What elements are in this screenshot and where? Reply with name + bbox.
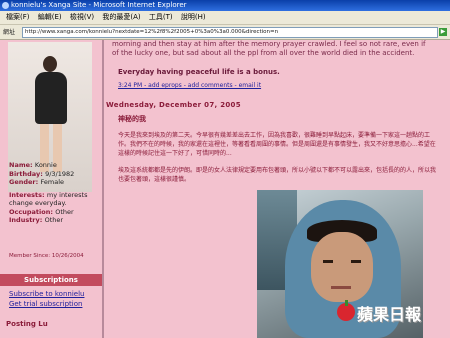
previous-post-closing: Everyday having peaceful life is a bonus… xyxy=(118,68,280,76)
subscriptions-heading: Subscriptions xyxy=(0,274,102,286)
internet-explorer-icon xyxy=(2,2,9,9)
blog-main: morning and then stay at him after the m… xyxy=(104,40,450,338)
profile-industry-label: Industry: xyxy=(9,216,43,224)
photo-right-eye xyxy=(351,260,361,263)
menu-help[interactable]: 說明(H) xyxy=(181,13,206,21)
sidebar: Name: Konnie Birthday: 9/3/1982 Gender: … xyxy=(0,40,104,338)
go-arrow-icon[interactable]: ▶ xyxy=(439,28,447,36)
watermark-text: 蘋果日報 xyxy=(357,305,422,324)
profile-interests-label: Interests: xyxy=(9,190,45,199)
menu-tools[interactable]: 工具(T) xyxy=(149,13,173,21)
profile-industry: Other xyxy=(44,216,64,224)
sidebar-bottom-label: Posting Lu xyxy=(6,320,48,328)
menu-favorites[interactable]: 我的最愛(A) xyxy=(102,13,140,21)
profile-name-label: Name: xyxy=(9,161,33,169)
profile-birthday-label: Birthday: xyxy=(9,169,43,178)
menu-bar: 檔案(F) 編輯(E) 檢視(V) 我的最愛(A) 工具(T) 說明(H) xyxy=(0,11,450,25)
photo-figure-body xyxy=(35,72,67,124)
profile-info: Name: Konnie Birthday: 9/3/1982 Gender: … xyxy=(9,161,99,225)
post-title: 神秘的我 xyxy=(118,115,146,123)
profile-gender-label: Gender: xyxy=(9,178,39,186)
address-bar: 網址 http://www.xanga.com/konnielu?nextdat… xyxy=(0,25,450,40)
subscribe-link[interactable]: Subscribe to konnielu xyxy=(9,289,84,299)
photo-face xyxy=(311,232,373,302)
photo-figure-head xyxy=(43,56,57,72)
photo-mouth xyxy=(331,286,351,289)
address-input[interactable]: http://www.xanga.com/konnielu?nextdate=1… xyxy=(22,27,438,38)
photo-left-eye xyxy=(323,260,333,263)
menu-view[interactable]: 檢視(V) xyxy=(70,13,94,21)
profile-occupation: Other xyxy=(55,207,74,216)
subscription-links: Subscribe to konnielu Get trial subscrip… xyxy=(9,289,84,309)
window-title: konnielu's Xanga Site - Microsoft Intern… xyxy=(11,1,187,9)
previous-post-text: morning and then stay at him after the m… xyxy=(112,40,426,57)
profile-birthday: 9/3/1982 xyxy=(45,169,75,178)
post-body-paragraph-1: 今天是我來到埃及的第二天。今早很有幾差差出去工作，因為我喜歡，很難睡到早點起床，… xyxy=(118,132,436,157)
post-date: Wednesday, December 07, 2005 xyxy=(106,101,241,109)
address-label: 網址 xyxy=(3,29,16,36)
post-meta-links[interactable]: 3:24 PM - add eprops - add comments - em… xyxy=(118,82,261,89)
profile-occupation-label: Occupation: xyxy=(9,207,53,216)
apple-daily-watermark: 蘋果日報 xyxy=(337,300,447,324)
profile-name: Konnie xyxy=(34,161,57,169)
profile-gender: Female xyxy=(40,178,65,186)
post-body-paragraph-2: 埃及這系統都都是先的伊朗。即是的女人法律規定要用布包著頭，所以小號以下都不可以露… xyxy=(118,167,437,183)
member-since: Member Since: 10/26/2004 xyxy=(9,253,84,259)
window-titlebar: konnielu's Xanga Site - Microsoft Intern… xyxy=(0,0,450,11)
trial-subscription-link[interactable]: Get trial subscription xyxy=(9,299,84,309)
apple-logo-icon xyxy=(337,300,355,321)
menu-edit[interactable]: 編輯(E) xyxy=(38,13,62,21)
menu-file[interactable]: 檔案(F) xyxy=(6,13,30,21)
